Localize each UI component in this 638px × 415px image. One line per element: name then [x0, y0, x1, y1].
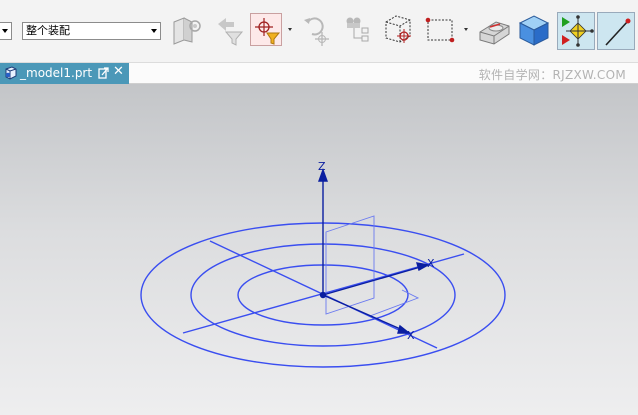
scope-filter-dropdown[interactable]: 整个装配 [22, 22, 161, 40]
chevron-down-icon [151, 29, 157, 33]
x-axis-label: X [427, 257, 435, 270]
datum-csys [318, 167, 431, 334]
rectangle-select-button[interactable] [422, 12, 458, 48]
move-handles-button[interactable] [557, 12, 595, 50]
close-icon[interactable]: ✕ [113, 64, 124, 79]
watermark: 软件自学网：RJZXW.COM [478, 68, 626, 82]
chevron-down-icon [2, 29, 8, 33]
general-selection-filter-button[interactable] [250, 13, 282, 46]
filter-icon [218, 18, 244, 46]
line-tool-button[interactable] [597, 12, 635, 50]
tab-bar: _model1.prt ✕ 软件自学网：RJZXW.COM [0, 63, 638, 84]
blue-solid-button[interactable] [516, 12, 552, 48]
scope-filter-value: 整个装配 [26, 24, 70, 37]
undo-selection-button[interactable] [298, 12, 334, 48]
view-box-button[interactable] [380, 12, 416, 48]
y-axis-label: X [407, 329, 415, 342]
model-view: Z X X [140, 160, 506, 368]
chevron-down-icon[interactable] [288, 28, 292, 31]
shaded-model-icon [479, 21, 510, 45]
move-handles-icon [562, 15, 594, 47]
part-file-icon [5, 66, 17, 80]
chevron-down-icon[interactable] [464, 28, 468, 31]
origin-point[interactable] [319, 291, 327, 299]
toolbar: 整个装配 [0, 0, 638, 63]
snap-point-button[interactable] [340, 12, 376, 48]
blue-solid-icon [518, 15, 550, 46]
line-tool-icon [605, 18, 631, 46]
snap-point-icon [346, 17, 369, 42]
shaded-model-button[interactable] [476, 12, 512, 48]
pop-out-icon[interactable] [98, 67, 109, 79]
face-rule-icon [173, 17, 201, 45]
tab-title: _model1.prt [20, 66, 93, 80]
rectangle-select-icon [425, 17, 455, 43]
filter-button[interactable] [212, 12, 248, 48]
undo-selection-icon [304, 17, 329, 46]
graphics-window[interactable]: Z X X [0, 84, 638, 415]
z-axis-label: Z [318, 160, 326, 173]
type-filter-dropdown[interactable] [0, 22, 12, 40]
general-selection-filter-icon [255, 18, 281, 45]
view-box-icon [385, 15, 411, 43]
face-rule-button[interactable] [168, 12, 204, 48]
tab-model1[interactable]: _model1.prt ✕ [0, 63, 129, 84]
